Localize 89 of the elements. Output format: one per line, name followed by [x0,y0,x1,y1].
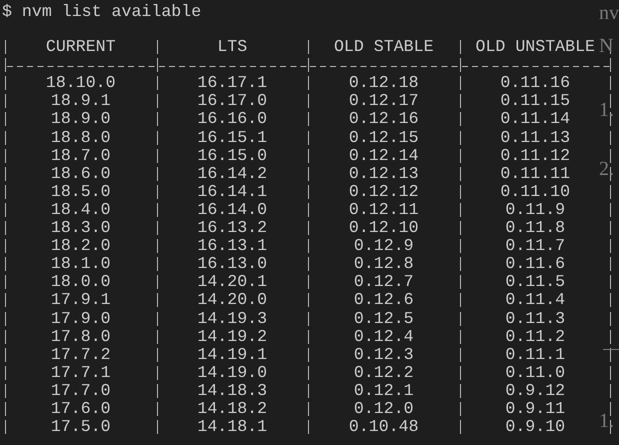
version-cell: 18.7.0 [50,146,111,165]
version-cell: 18.4.0 [50,200,111,219]
version-cell: 0.12.10 [348,218,419,238]
version-cell: 18.9.1 [50,91,111,110]
version-cell: 18.0.0 [50,272,111,292]
version-cell: 0.11.13 [500,128,570,147]
version-cell: 0.11.8 [505,218,566,238]
version-cell: 0.11.7 [505,236,566,256]
version-cell: 0.11.0 [505,362,566,382]
version-cell: 14.20.1 [197,272,268,292]
version-cell: 0.12.3 [354,344,414,364]
version-cell: 16.13.1 [197,236,268,256]
command-line: $ nvm list available [1,3,202,22]
version-cell: 18.8.0 [50,128,111,147]
version-cell: 0.11.15 [500,91,570,110]
version-cell: 16.13.0 [197,254,268,274]
version-cell: 17.7.2 [50,344,111,364]
version-cell: 0.11.16 [500,73,570,92]
version-cell: 0.12.8 [354,254,414,274]
version-cell: 18.6.0 [50,164,111,183]
version-cell: 16.14.0 [197,200,268,219]
version-cell: 18.2.0 [50,236,111,256]
version-cell: 0.12.13 [348,164,419,183]
version-cell: 0.12.17 [348,91,419,110]
version-cell: 16.13.2 [197,218,268,238]
version-cell: 16.17.0 [197,91,268,110]
version-cell: 0.9.11 [505,398,566,418]
version-cell: 14.18.3 [197,380,268,400]
version-cell: 0.10.48 [348,417,419,436]
version-cell: 0.12.14 [348,146,419,165]
version-cell: 0.11.3 [505,308,566,328]
version-cell: 17.7.0 [50,380,111,400]
version-cell: 18.9.0 [50,109,111,128]
version-cell: 16.14.2 [197,164,268,183]
version-cell: 17.8.0 [50,326,111,346]
version-cell: 18.3.0 [50,218,111,238]
version-cell: 14.20.0 [197,290,268,310]
version-cell: 17.6.0 [50,398,111,418]
version-cell: 0.12.5 [354,308,414,328]
version-cell: 0.11.10 [500,182,570,201]
version-cell: 14.19.3 [197,308,268,328]
version-cell: 0.12.0 [354,398,414,418]
version-cell: 16.15.1 [197,128,268,147]
column-header: OLD STABLE [334,37,434,56]
version-cell: 14.19.1 [197,344,268,364]
version-cell: 17.5.0 [50,417,111,436]
version-cell: 16.17.1 [197,73,268,92]
version-cell: 17.9.1 [50,290,111,310]
version-cell: 18.1.0 [50,254,111,274]
version-cell: 0.9.10 [505,417,566,436]
background-text: 1. [599,410,614,432]
version-cell: 16.16.0 [197,109,268,128]
version-cell: 0.12.11 [348,200,419,219]
version-cell: 14.19.0 [197,362,268,382]
background-text: 1. [599,99,614,121]
version-cell: 18.5.0 [50,182,111,201]
version-cell: 0.12.7 [354,272,414,292]
version-cell: 0.11.9 [505,200,566,219]
version-cell: 0.12.15 [348,128,419,147]
version-cell: 0.11.14 [500,109,570,128]
column-header: OLD UNSTABLE [476,37,595,56]
version-cell: 0.11.4 [505,290,566,310]
version-cell: 0.12.1 [354,380,414,400]
version-cell: 0.12.6 [354,290,414,310]
column-header: LTS [217,37,248,56]
version-cell: 14.19.2 [197,326,268,346]
background-text: nv [599,2,619,24]
version-cell: 0.12.16 [348,109,419,128]
version-cell: 0.12.12 [348,182,419,201]
version-cell: 16.15.0 [197,146,268,165]
column-header: CURRENT [46,37,116,56]
version-cell: 16.14.1 [197,182,268,201]
background-text: 2. [599,158,614,180]
version-cell: 0.11.12 [500,146,570,165]
version-cell: 14.18.2 [197,398,268,418]
version-cell: 0.12.2 [354,362,414,382]
version-cell: 0.11.6 [505,254,566,274]
version-cell: 0.12.4 [354,326,414,346]
version-cell: 0.12.18 [348,73,419,92]
version-cell: 0.11.2 [505,326,566,346]
version-cell: 17.9.0 [50,308,111,328]
version-cell: 0.11.11 [500,164,570,183]
version-cell: 18.10.0 [46,73,116,92]
version-cell: 0.12.9 [354,236,414,256]
version-cell: 14.18.1 [197,417,268,436]
version-cell: 0.11.1 [505,344,566,364]
version-cell: 0.9.12 [505,380,566,400]
version-cell: 0.11.5 [505,272,566,292]
version-cell: 17.7.1 [50,362,111,382]
